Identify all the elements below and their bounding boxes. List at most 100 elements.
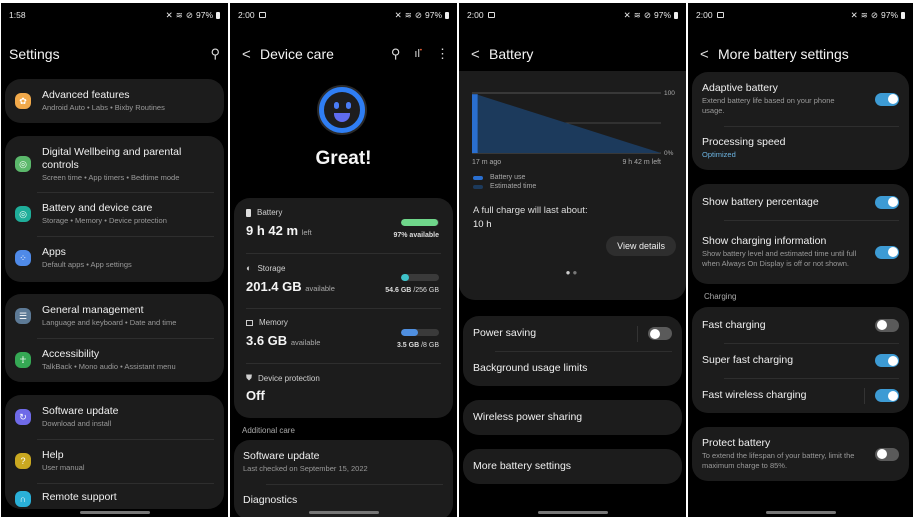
- back-icon[interactable]: <: [700, 46, 718, 63]
- item-title: Show battery percentage: [702, 195, 819, 208]
- apps-icon: ⁘: [15, 250, 31, 266]
- settings-item-apps[interactable]: ⁘ Apps Default apps • App settings: [5, 236, 224, 280]
- item-title: Fast charging: [702, 318, 766, 331]
- item-title: Software update: [42, 405, 119, 417]
- storage-section[interactable]: ◐ Storage 201.4 GB available 54.6 GB /256…: [234, 253, 453, 308]
- battery-section[interactable]: Battery 9 h 42 m left 97% available: [234, 198, 453, 253]
- battery-percent: 97%: [195, 10, 213, 20]
- settings-item-software-update[interactable]: ↻ Software update Download and install: [5, 395, 224, 439]
- gear-icon: ✿: [15, 93, 31, 109]
- battery-options-card: Power saving Background usage limits: [463, 316, 682, 386]
- super-fast-charging-toggle[interactable]: [875, 354, 899, 367]
- item-title: Super fast charging: [702, 354, 794, 366]
- view-details-button[interactable]: View details: [606, 236, 676, 256]
- mute-icon: ✕: [165, 9, 173, 20]
- item-title: Show charging information: [702, 235, 827, 247]
- battery-meter-text: 97% available: [393, 232, 439, 239]
- item-title: Protect battery: [702, 437, 771, 449]
- search-icon[interactable]: ⚲: [391, 46, 401, 62]
- legend-label: Battery use: [490, 174, 526, 181]
- show-charging-information-item[interactable]: Show charging information Show battery le…: [692, 220, 909, 284]
- settings-group-2: ◎ Digital Wellbeing and parental control…: [5, 136, 224, 282]
- nav-handle[interactable]: [537, 511, 608, 514]
- shield-icon: ⛊: [246, 373, 252, 382]
- battery-usage-card: 100 0% 17 m ago 9 h 42 m left Battery us…: [459, 71, 686, 300]
- item-title: Battery and device care: [42, 202, 153, 214]
- battery-percent: 97%: [424, 10, 442, 20]
- gallery-notification-icon: [258, 12, 266, 18]
- processing-speed-item[interactable]: Processing speed Optimized: [692, 126, 909, 170]
- battery-icon: [216, 11, 220, 19]
- more-options-icon[interactable]: ⋮: [436, 46, 449, 62]
- settings-item-battery-device-care[interactable]: ◎ Battery and device care Storage • Memor…: [5, 192, 224, 236]
- more-battery-settings-screen: 2:00 ✕ ≋ ⊘ 97% < More battery settings Adap…: [688, 3, 913, 517]
- item-subtitle: Default apps • App settings: [42, 260, 132, 269]
- battery-meter-fill: [401, 219, 438, 226]
- mute-icon: ✕: [850, 9, 858, 20]
- status-bar: 1:58 ✕ ≋ ⊘ 97%: [9, 9, 220, 21]
- unit-label: available: [290, 338, 321, 347]
- device-stats-card: Battery 9 h 42 m left 97% available ◐ Sto…: [234, 198, 453, 418]
- show-charging-information-toggle[interactable]: [875, 245, 899, 259]
- fast-wireless-charging-item[interactable]: Fast wireless charging: [692, 378, 909, 413]
- page-indicator[interactable]: ●●: [459, 268, 686, 277]
- protection-status: Off: [246, 388, 265, 403]
- storage-meter: [401, 274, 439, 281]
- storage-icon: ◐: [246, 263, 252, 273]
- item-subtitle: Show battery level and estimated time un…: [702, 249, 857, 268]
- super-fast-charging-item[interactable]: Super fast charging: [692, 343, 909, 378]
- item-title: Software update: [243, 450, 320, 462]
- adaptive-battery-toggle[interactable]: [875, 92, 899, 106]
- battery-icon: [246, 208, 251, 217]
- report-icon[interactable]: ıl•: [414, 48, 422, 60]
- device-protection-section[interactable]: ⛊ Device protection Off: [234, 363, 453, 418]
- wellbeing-icon: ◎: [15, 156, 31, 172]
- sliders-icon: ☰: [15, 308, 31, 324]
- power-saving-item[interactable]: Power saving: [463, 316, 682, 351]
- protect-battery-toggle[interactable]: [875, 447, 899, 461]
- wifi-icon: ≋: [404, 9, 412, 20]
- item-title: Adaptive battery: [702, 82, 778, 94]
- nav-handle[interactable]: [79, 511, 150, 514]
- battery-percent: 97%: [880, 10, 898, 20]
- power-saving-toggle[interactable]: [648, 327, 672, 340]
- settings-item-digital-wellbeing[interactable]: ◎ Digital Wellbeing and parental control…: [5, 136, 224, 192]
- background-usage-limits-item[interactable]: Background usage limits: [463, 351, 682, 386]
- status-time: 2:00: [238, 10, 255, 20]
- status-time: 1:58: [9, 10, 26, 20]
- battery-meter: [401, 219, 439, 226]
- memory-meter-fill: [401, 329, 418, 336]
- battery-icon: [445, 11, 449, 19]
- show-battery-percentage-item[interactable]: Show battery percentage: [692, 184, 909, 220]
- section-label: Battery: [257, 208, 283, 217]
- settings-item-help[interactable]: ? Help User manual: [5, 439, 224, 483]
- fast-charging-toggle[interactable]: [875, 318, 899, 332]
- fast-charging-item[interactable]: Fast charging: [692, 307, 909, 343]
- status-bar: 2:00 ✕ ≋ ⊘ 97%: [238, 9, 449, 21]
- settings-item-remote-support[interactable]: ∩ Remote support: [5, 483, 224, 509]
- show-battery-percentage-toggle[interactable]: [875, 195, 899, 209]
- storage-meter-fill: [401, 274, 409, 281]
- item-subtitle: Extend battery life based on your phone …: [702, 96, 835, 115]
- search-icon[interactable]: ⚲: [210, 46, 220, 62]
- memory-section[interactable]: Memory 3.6 GB available 3.5 GB /8 GB: [234, 308, 453, 363]
- mute-icon: ✕: [623, 9, 631, 20]
- battery-icon: [674, 11, 678, 19]
- back-icon[interactable]: <: [471, 46, 489, 63]
- wireless-power-sharing-item[interactable]: Wireless power sharing: [463, 400, 682, 435]
- fast-wireless-charging-toggle[interactable]: [875, 389, 899, 402]
- nav-handle[interactable]: [765, 511, 836, 514]
- status-heading: Great!: [315, 148, 372, 169]
- settings-item-advanced-features[interactable]: ✿ Advanced features Android Auto • Labs •…: [5, 79, 224, 123]
- more-battery-settings-item[interactable]: More battery settings: [463, 449, 682, 484]
- page-title: More battery settings: [718, 46, 849, 62]
- item-subtitle: Storage • Memory • Device protection: [42, 216, 167, 225]
- memory-total: /8 GB: [421, 342, 439, 349]
- protect-battery-item[interactable]: Protect battery To extend the lifespan of…: [692, 427, 909, 481]
- software-update-item[interactable]: Software update Last checked on September…: [234, 440, 453, 484]
- settings-item-general-management[interactable]: ☰ General management Language and keyboar…: [5, 294, 224, 338]
- nav-handle[interactable]: [308, 511, 379, 514]
- back-icon[interactable]: <: [242, 46, 260, 63]
- adaptive-battery-item[interactable]: Adaptive battery Extend battery life base…: [692, 72, 909, 126]
- settings-item-accessibility[interactable]: ☥ Accessibility TalkBack • Mono audio • A…: [5, 338, 224, 382]
